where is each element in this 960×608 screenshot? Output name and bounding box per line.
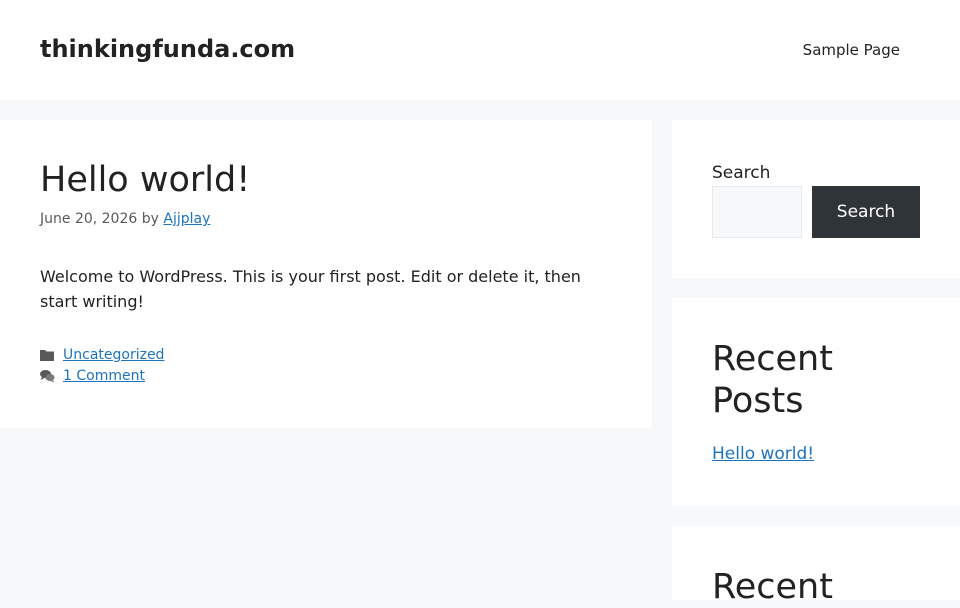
recent-post-link[interactable]: Hello world! [712,443,814,465]
folder-icon [40,348,55,362]
comments-icon [40,369,55,383]
search-button[interactable]: Search [812,186,920,238]
post-date[interactable]: June 20, 2026 [40,211,137,227]
post-meta: June 20, 2026 by Ajjplay [40,209,210,229]
post-content: Welcome to WordPress. This is your first… [40,267,581,311]
site-header: thinkingfunda.com Sample Page [0,0,960,100]
search-input[interactable] [712,186,802,238]
recent-comments-title: Recent [712,567,833,607]
post-by-label: by [141,211,159,227]
post-title[interactable]: Hello world! [40,158,250,202]
post-author-link[interactable]: Ajjplay [163,211,210,227]
nav-item-sample-page[interactable]: Sample Page [803,40,900,60]
search-label: Search [712,163,771,183]
post-comments-link[interactable]: 1 Comment [63,366,145,386]
post-category-row: Uncategorized [40,345,164,365]
post-comments-row: 1 Comment [40,366,145,386]
post-category-link[interactable]: Uncategorized [63,345,164,365]
site-title-link[interactable]: thinkingfunda.com [40,34,295,64]
recent-posts-title: Recent Posts [712,339,833,421]
